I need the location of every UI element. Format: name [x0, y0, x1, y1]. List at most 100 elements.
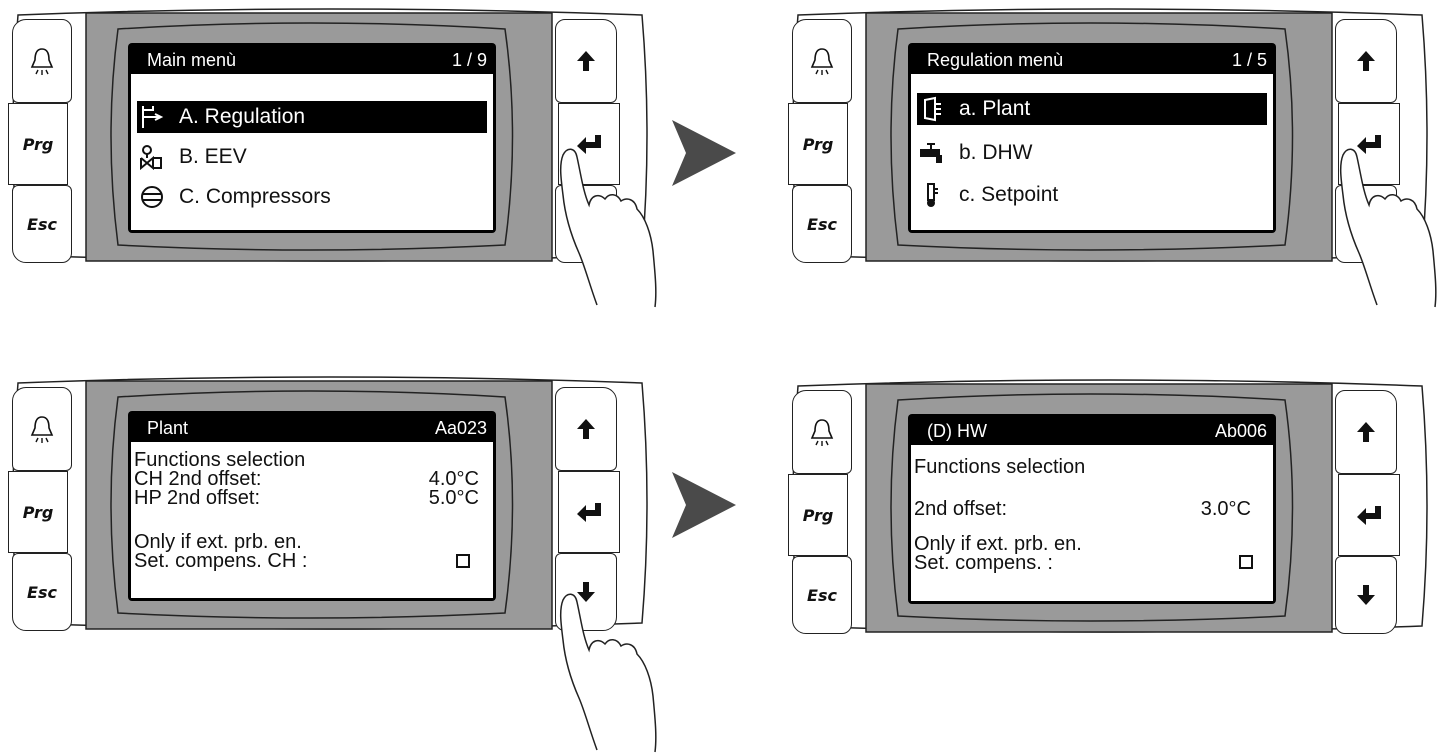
prg-key[interactable]: Prg: [788, 474, 848, 556]
enter-key[interactable]: [1338, 103, 1400, 185]
menu-item-label: c. Setpoint: [959, 183, 1059, 206]
compensation-checkbox[interactable]: [456, 554, 470, 568]
menu-item-eev[interactable]: B. EEV: [137, 141, 487, 173]
bell-icon: [30, 416, 54, 443]
bell-icon: [30, 48, 54, 75]
enter-key[interactable]: [1338, 474, 1400, 556]
param-value[interactable]: 4.0°C: [429, 469, 479, 489]
prg-key[interactable]: Prg: [8, 471, 68, 553]
enter-icon: [1357, 506, 1381, 525]
alarm-key[interactable]: [12, 19, 72, 103]
lcd-screen: Regulation menù 1 / 5 a. Plant b. DHW c.…: [908, 43, 1276, 233]
param-label: CH 2nd offset:: [134, 468, 262, 490]
enter-key[interactable]: [558, 103, 620, 185]
prg-key[interactable]: Prg: [8, 103, 68, 185]
menu-item-setpoint[interactable]: c. Setpoint: [917, 179, 1267, 211]
esc-key[interactable]: Esc: [12, 185, 72, 263]
prg-label: Prg: [802, 505, 834, 525]
device-main-menu: Prg Esc Main menù 1 / 9 A. Regulation B.…: [0, 5, 660, 308]
param-value[interactable]: 5.0°C: [429, 488, 479, 508]
note-text: Only if ext. prb. en.: [134, 531, 302, 553]
menu-item-compressors[interactable]: C. Compressors: [137, 181, 487, 213]
next-step-arrow: [672, 120, 736, 186]
esc-label: Esc: [27, 582, 57, 602]
esc-key[interactable]: Esc: [12, 553, 72, 631]
esc-key[interactable]: Esc: [792, 556, 852, 634]
device-hw-screen: Prg Esc (D) HW Ab006 Functions selection…: [780, 376, 1440, 636]
arrow-up-icon: [1357, 51, 1375, 71]
screen-code: Ab006: [1214, 421, 1267, 441]
bell-icon: [810, 419, 834, 446]
menu-item-dhw[interactable]: b. DHW: [917, 137, 1267, 169]
esc-label: Esc: [807, 214, 837, 234]
section-title: Functions selection: [134, 449, 306, 471]
lcd-display: Regulation menù 1 / 5 a. Plant b. DHW c.…: [911, 46, 1273, 230]
up-key[interactable]: [1335, 19, 1397, 103]
enter-icon: [1357, 135, 1381, 154]
page-counter: 1 / 9: [451, 50, 487, 70]
alarm-key[interactable]: [792, 19, 852, 103]
next-step-arrow: [672, 472, 736, 538]
plant-icon: [924, 96, 941, 122]
arrow-down-icon: [1357, 585, 1375, 605]
menu-item-plant[interactable]: a. Plant: [917, 93, 1267, 125]
device-plant-screen: Prg Esc Plant Aa023 Functions selection …: [0, 373, 660, 753]
valve-icon: [140, 145, 162, 170]
screen-code: Aa023: [434, 418, 487, 438]
prg-label: Prg: [22, 134, 54, 154]
screen-title: Plant: [147, 418, 189, 438]
enter-key[interactable]: [558, 471, 620, 553]
lcd-header: Plant Aa023: [131, 414, 493, 442]
lcd-display: (D) HW Ab006 Functions selection 2nd off…: [911, 417, 1273, 601]
prg-label: Prg: [22, 502, 54, 522]
thermometer-icon: [927, 183, 938, 207]
esc-label: Esc: [807, 585, 837, 605]
param-value[interactable]: 3.0°C: [1201, 499, 1251, 519]
up-key[interactable]: [555, 387, 617, 471]
lcd-header: Main menù 1 / 9: [131, 46, 493, 74]
lcd-screen: Main menù 1 / 9 A. Regulation B. EEV C. …: [128, 43, 496, 233]
down-key[interactable]: [555, 185, 617, 263]
arrow-up-icon: [1357, 422, 1375, 442]
screen-title: (D) HW: [927, 421, 987, 441]
esc-label: Esc: [27, 214, 57, 234]
menu-item-regulation[interactable]: A. Regulation: [137, 101, 487, 133]
esc-key[interactable]: Esc: [792, 185, 852, 263]
screen-title: Regulation menù: [927, 50, 1064, 70]
arrow-down-icon: [577, 582, 595, 602]
menu-item-label: C. Compressors: [179, 185, 331, 208]
device-regulation-menu: Prg Esc Regulation menù 1 / 5 a. Plant b…: [780, 5, 1440, 308]
up-key[interactable]: [555, 19, 617, 103]
lcd-display: Plant Aa023 Functions selection CH 2nd o…: [131, 414, 493, 598]
param-label: HP 2nd offset:: [134, 487, 261, 509]
arrow-up-icon: [577, 419, 595, 439]
lcd-screen: Plant Aa023 Functions selection CH 2nd o…: [128, 411, 496, 601]
lcd-display: Main menù 1 / 9 A. Regulation B. EEV C. …: [131, 46, 493, 230]
lcd-screen: (D) HW Ab006 Functions selection 2nd off…: [908, 414, 1276, 604]
regulation-icon: [142, 106, 164, 128]
alarm-key[interactable]: [792, 390, 852, 474]
prg-label: Prg: [802, 134, 834, 154]
down-key[interactable]: [1335, 556, 1397, 634]
bell-icon: [810, 48, 834, 75]
prg-key[interactable]: Prg: [788, 103, 848, 185]
section-title: Functions selection: [914, 456, 1086, 478]
lcd-header: Regulation menù 1 / 5: [911, 46, 1273, 74]
checkbox-label: Set. compens. CH :: [134, 550, 308, 572]
up-key[interactable]: [1335, 390, 1397, 474]
down-key[interactable]: [555, 553, 617, 631]
page-counter: 1 / 5: [1231, 50, 1267, 70]
down-key[interactable]: [1335, 185, 1397, 263]
enter-icon: [577, 135, 601, 154]
menu-item-label: A. Regulation: [179, 105, 306, 128]
note-text: Only if ext. prb. en.: [914, 533, 1082, 555]
enter-icon: [577, 503, 601, 522]
compressor-icon: [141, 186, 163, 208]
menu-item-label: b. DHW: [959, 141, 1033, 164]
compensation-checkbox[interactable]: [1239, 555, 1253, 569]
checkbox-label: Set. compens. :: [914, 552, 1053, 574]
menu-item-label: a. Plant: [959, 97, 1031, 120]
arrow-up-icon: [577, 51, 595, 71]
alarm-key[interactable]: [12, 387, 72, 471]
faucet-icon: [920, 143, 942, 163]
